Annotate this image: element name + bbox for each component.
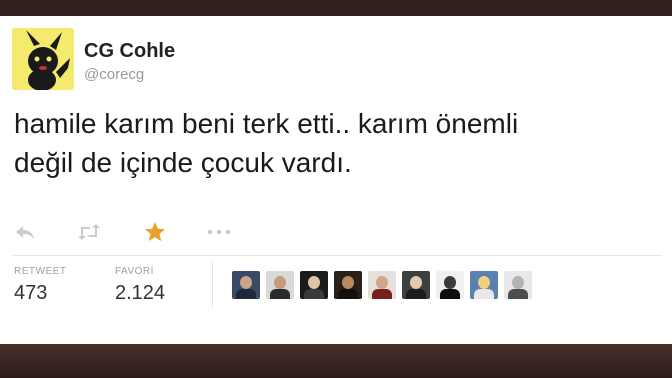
retweet-count[interactable]: 473 bbox=[14, 282, 47, 305]
avatar-body-shape bbox=[236, 289, 256, 299]
display-name[interactable]: CG Cohle bbox=[84, 40, 175, 63]
avatar-body-shape bbox=[372, 289, 392, 299]
favorite-star-icon bbox=[145, 222, 165, 241]
favoriter-avatar-8[interactable] bbox=[470, 271, 498, 299]
avatar-body-shape bbox=[338, 289, 358, 299]
avatar-body-shape bbox=[270, 289, 290, 299]
stats-separator bbox=[212, 262, 213, 308]
retweet-button[interactable] bbox=[76, 220, 102, 244]
avatar-head-shape bbox=[376, 276, 388, 289]
tweet-actions bbox=[14, 220, 264, 244]
retweet-icon bbox=[78, 224, 100, 240]
avatar-head-shape bbox=[444, 276, 456, 289]
photo-top-border-inner bbox=[0, 0, 672, 16]
tweet-text-line-2: değil de içinde çocuk vardı. bbox=[14, 147, 352, 178]
avatar-body-shape bbox=[440, 289, 460, 299]
favoriter-avatar-7[interactable] bbox=[436, 271, 464, 299]
avatar-body-shape bbox=[304, 289, 324, 299]
favoriter-avatar-4[interactable] bbox=[334, 271, 362, 299]
user-handle[interactable]: @corecg bbox=[84, 66, 144, 83]
avatar-head-shape bbox=[240, 276, 252, 289]
more-options-icon bbox=[207, 229, 231, 235]
retweet-label: RETWEET bbox=[14, 266, 67, 277]
avatar-head-shape bbox=[342, 276, 354, 289]
tweet-text-line-1: hamile karım beni terk etti.. karım önem… bbox=[14, 108, 519, 139]
favorite-count[interactable]: 2.124 bbox=[115, 282, 165, 305]
tweet-text: hamile karım beni terk etti.. karım önem… bbox=[14, 104, 664, 182]
favoriter-avatar-6[interactable] bbox=[402, 271, 430, 299]
favoriter-avatar-2[interactable] bbox=[266, 271, 294, 299]
avatar-head-shape bbox=[308, 276, 320, 289]
avatar-body-shape bbox=[474, 289, 494, 299]
favorite-label: FAVORİ bbox=[115, 266, 154, 277]
avatar-head-shape bbox=[410, 276, 422, 289]
favoriter-avatar-9[interactable] bbox=[504, 271, 532, 299]
tweet-card: CG Cohle @corecg hamile karım beni terk … bbox=[0, 0, 672, 344]
avatar-head-shape bbox=[274, 276, 286, 289]
reply-icon bbox=[16, 226, 34, 239]
pikachu-silhouette-icon bbox=[12, 28, 74, 90]
favorite-button[interactable] bbox=[144, 220, 166, 244]
photo-bottom-border bbox=[0, 344, 672, 378]
favoriter-avatar-1[interactable] bbox=[232, 271, 260, 299]
more-options-button[interactable] bbox=[206, 220, 232, 244]
favoriter-avatar-5[interactable] bbox=[368, 271, 396, 299]
avatar-head-shape bbox=[478, 276, 490, 289]
profile-avatar[interactable] bbox=[12, 28, 74, 90]
favoriters-avatar-list bbox=[232, 271, 532, 299]
reply-button[interactable] bbox=[14, 220, 36, 244]
favoriter-avatar-3[interactable] bbox=[300, 271, 328, 299]
avatar-body-shape bbox=[406, 289, 426, 299]
avatar-head-shape bbox=[512, 276, 524, 289]
stats-divider bbox=[12, 255, 662, 256]
avatar-body-shape bbox=[508, 289, 528, 299]
